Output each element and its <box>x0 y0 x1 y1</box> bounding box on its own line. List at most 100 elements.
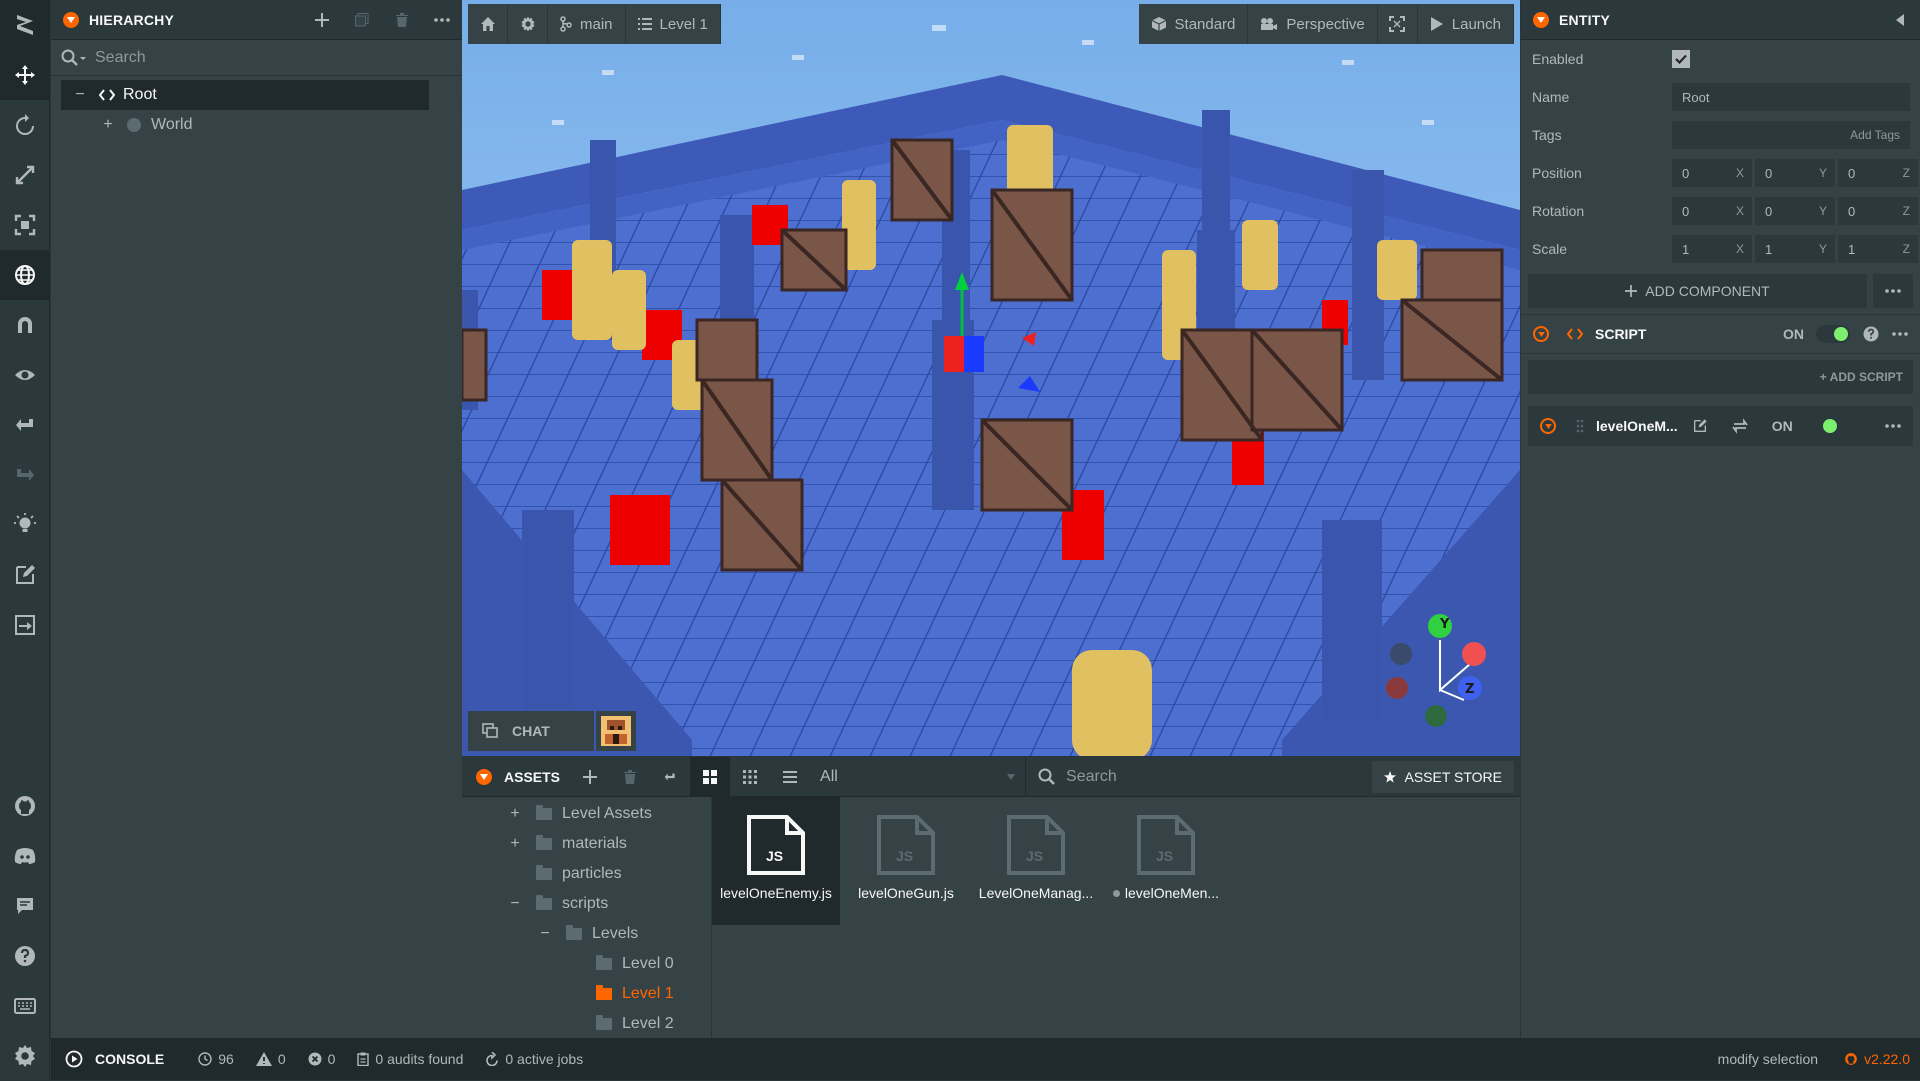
render-mode-button[interactable]: Standard <box>1138 4 1249 44</box>
lightmapper-tool[interactable] <box>0 500 50 550</box>
jobs-status[interactable]: 0 active jobs <box>485 1051 583 1067</box>
home-button[interactable] <box>468 4 508 44</box>
script-collapse-button[interactable] <box>1533 326 1549 342</box>
github-link[interactable] <box>0 781 50 831</box>
tags-input[interactable]: Add Tags <box>1672 121 1910 149</box>
redo-tool[interactable] <box>0 450 50 500</box>
duplicate-entity-button[interactable] <box>342 0 382 40</box>
drag-handle-icon[interactable] <box>1576 419 1584 433</box>
asset-type-filter[interactable]: All <box>810 756 1027 797</box>
refresh-icon[interactable] <box>1731 418 1748 434</box>
delete-asset-button[interactable] <box>610 757 650 797</box>
script-component-menu[interactable] <box>1880 332 1920 336</box>
scene-viewport[interactable]: Y X Z main Level 1 Standard Perspective … <box>462 0 1520 756</box>
script-instance-collapse[interactable] <box>1540 418 1556 434</box>
script-instance-toggle[interactable] <box>1804 417 1839 435</box>
folder-level-1[interactable]: Level 1 <box>462 979 711 1009</box>
folder-levels[interactable]: − Levels <box>462 919 711 949</box>
error-count[interactable]: 0 <box>308 1051 335 1067</box>
hierarchy-search-input[interactable]: Search <box>95 49 146 67</box>
edit-icon[interactable] <box>1692 418 1708 434</box>
asset-level-one-manager[interactable]: JS LevelOneManag... <box>972 797 1100 925</box>
add-asset-button[interactable] <box>570 757 610 797</box>
forum-link[interactable] <box>0 881 50 931</box>
script-component-header[interactable]: SCRIPT ON <box>1521 314 1920 354</box>
keyboard-shortcuts[interactable] <box>0 981 50 1031</box>
tree-expand-toggle[interactable]: + <box>99 116 117 134</box>
position-z-input[interactable]: 0Z <box>1838 159 1918 187</box>
hierarchy-menu-button[interactable] <box>422 0 462 40</box>
assets-collapse-button[interactable] <box>476 768 492 785</box>
scene-render[interactable] <box>462 0 1520 756</box>
audits-status[interactable]: 0 audits found <box>357 1051 463 1067</box>
hierarchy-search[interactable]: Search <box>51 40 462 76</box>
scenes-button[interactable]: Level 1 <box>625 4 721 44</box>
folder-particles[interactable]: particles <box>462 859 711 889</box>
rotation-z-input[interactable]: 0Z <box>1838 197 1918 225</box>
user-avatar[interactable] <box>596 711 636 751</box>
position-y-input[interactable]: 0Y <box>1755 159 1835 187</box>
rotation-y-input[interactable]: 0Y <box>1755 197 1835 225</box>
tree-node-world[interactable]: + World <box>61 110 429 140</box>
add-component-button[interactable]: ADD COMPONENT <box>1528 274 1867 308</box>
resize-element-tool[interactable] <box>0 200 50 250</box>
rotate-tool[interactable] <box>0 100 50 150</box>
asset-search[interactable]: Search <box>1026 757 1316 797</box>
asset-level-one-menu[interactable]: JS levelOneMen... <box>1102 797 1230 925</box>
viewport-settings-button[interactable] <box>508 4 548 44</box>
enabled-checkbox[interactable] <box>1672 50 1690 68</box>
hierarchy-collapse-button[interactable] <box>63 11 79 28</box>
info-count[interactable]: 96 <box>198 1051 234 1067</box>
code-editor-tool[interactable] <box>0 550 50 600</box>
script-instance-menu[interactable] <box>1873 424 1913 428</box>
version-link[interactable]: v2.22.0 <box>1844 1051 1910 1067</box>
folder-level-assets[interactable]: + Level Assets <box>462 799 711 829</box>
tree-collapse-toggle[interactable]: − <box>71 86 89 104</box>
list-view-button[interactable] <box>770 757 810 797</box>
name-input[interactable]: Root <box>1672 83 1910 111</box>
inspector-collapse-button[interactable] <box>1880 0 1920 40</box>
warning-count[interactable]: 0 <box>255 1051 286 1067</box>
asset-store-button[interactable]: ASSET STORE <box>1372 760 1514 793</box>
tree-node-root[interactable]: − Root <box>61 80 429 110</box>
chat-button[interactable]: CHAT <box>468 711 594 751</box>
folder-materials[interactable]: + materials <box>462 829 711 859</box>
rotation-x-input[interactable]: 0X <box>1672 197 1752 225</box>
delete-entity-button[interactable] <box>382 0 422 40</box>
add-entity-button[interactable] <box>302 0 342 40</box>
undo-tool[interactable] <box>0 400 50 450</box>
focus-tool[interactable] <box>0 350 50 400</box>
grid-large-view-button[interactable] <box>690 756 731 797</box>
fullscreen-button[interactable] <box>1377 4 1418 44</box>
publish-tool[interactable] <box>0 600 50 650</box>
asset-back-button[interactable] <box>650 757 690 797</box>
launch-button[interactable]: Launch <box>1417 4 1514 44</box>
editor-logo[interactable] <box>0 0 50 50</box>
world-coordinates-toggle[interactable] <box>0 250 50 300</box>
folder-level-0[interactable]: Level 0 <box>462 949 711 979</box>
scale-y-input[interactable]: 1Y <box>1755 235 1835 263</box>
help-icon[interactable] <box>1862 325 1880 343</box>
translate-tool[interactable] <box>0 50 50 100</box>
help-link[interactable] <box>0 931 50 981</box>
asset-search-input[interactable]: Search <box>1066 768 1117 786</box>
console-toggle[interactable]: CONSOLE <box>51 1050 164 1068</box>
scale-x-input[interactable]: 1X <box>1672 235 1752 263</box>
snap-toggle[interactable] <box>0 300 50 350</box>
folder-level-2[interactable]: Level 2 <box>462 1009 711 1039</box>
asset-level-one-gun[interactable]: JS levelOneGun.js <box>842 797 970 925</box>
camera-button[interactable]: Perspective <box>1248 4 1378 44</box>
add-script-button[interactable]: + ADD SCRIPT <box>1528 360 1913 394</box>
asset-level-one-enemy[interactable]: JS levelOneEnemy.js <box>712 797 840 925</box>
entity-collapse-button[interactable] <box>1533 11 1549 28</box>
scale-z-input[interactable]: 1Z <box>1838 235 1918 263</box>
component-menu-button[interactable] <box>1873 274 1913 308</box>
position-x-input[interactable]: 0X <box>1672 159 1752 187</box>
discord-link[interactable] <box>0 831 50 881</box>
branch-button[interactable]: main <box>548 4 626 44</box>
folder-scripts[interactable]: − scripts <box>462 889 711 919</box>
settings-button[interactable] <box>0 1031 50 1081</box>
script-component-toggle[interactable] <box>1816 325 1850 343</box>
scale-tool[interactable] <box>0 150 50 200</box>
grid-small-view-button[interactable] <box>730 757 770 797</box>
